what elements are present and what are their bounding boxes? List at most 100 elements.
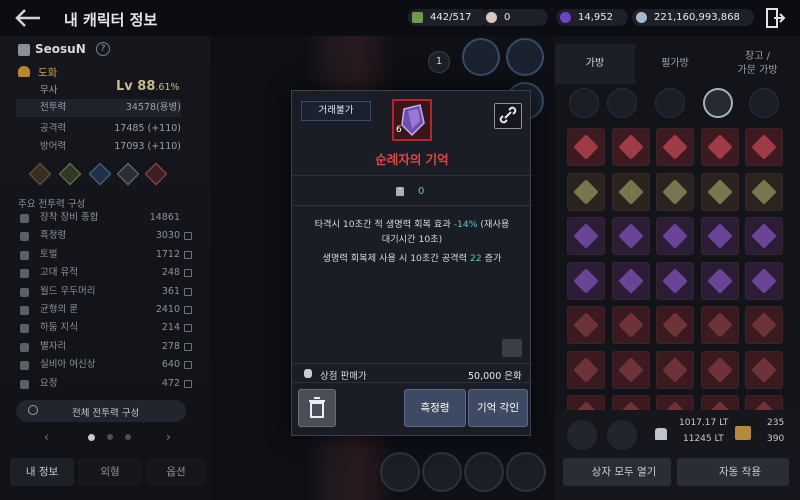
- inventory-slot[interactable]: [656, 261, 694, 300]
- filter-armor-icon[interactable]: [607, 88, 637, 118]
- inventory-slot[interactable]: [567, 350, 605, 389]
- inventory-slot[interactable]: [745, 350, 783, 389]
- equip-slot[interactable]: [506, 452, 546, 492]
- buff-icon[interactable]: [144, 162, 168, 186]
- black-spirit-button[interactable]: 흑정령: [404, 389, 466, 427]
- all-power-button[interactable]: 전체 전투력 구성: [16, 400, 186, 422]
- inventory-slot[interactable]: [700, 172, 739, 211]
- inventory-slot[interactable]: [745, 217, 783, 255]
- delete-button[interactable]: [607, 420, 637, 450]
- power-icon: [20, 250, 29, 260]
- power-row[interactable]: 요정 472: [20, 375, 192, 393]
- buff-icon[interactable]: [58, 162, 82, 186]
- inventory-slot[interactable]: [656, 217, 694, 255]
- prev-page-icon[interactable]: ‹: [44, 430, 49, 444]
- inventory-slot[interactable]: [567, 306, 605, 344]
- tab-options[interactable]: 옵션: [146, 458, 206, 486]
- buff-icon[interactable]: [88, 162, 112, 186]
- buff-icon[interactable]: [116, 162, 140, 186]
- inventory-slot[interactable]: [611, 306, 650, 344]
- tab-my-info[interactable]: 내 정보: [10, 458, 74, 486]
- power-row[interactable]: 고대 유적 248: [20, 264, 192, 282]
- sell-price-row: 상점 판매가 50,000 은화: [292, 363, 532, 383]
- external-link-icon[interactable]: [184, 250, 192, 259]
- divider: [292, 205, 532, 206]
- external-link-icon[interactable]: [184, 306, 192, 314]
- silver-icon: [636, 12, 647, 23]
- energy-counter: 442/517: [408, 9, 488, 26]
- filter-crystal-icon[interactable]: [703, 88, 733, 118]
- inventory-slot[interactable]: [567, 128, 605, 166]
- equip-slot[interactable]: [506, 38, 544, 76]
- power-row[interactable]: 별자리 278: [20, 338, 192, 356]
- inventory-slot[interactable]: [611, 172, 650, 211]
- inventory-slot[interactable]: [656, 306, 694, 344]
- next-page-icon[interactable]: ›: [166, 430, 171, 444]
- silver-counter: 221,160,993,868: [632, 9, 754, 26]
- delete-item-button[interactable]: [298, 389, 336, 427]
- inventory-slot[interactable]: [700, 217, 739, 255]
- filter-all-icon[interactable]: [569, 88, 599, 118]
- inventory-slot[interactable]: [567, 261, 605, 300]
- filter-accessory-icon[interactable]: [655, 88, 685, 118]
- auto-equip-button[interactable]: 자동 착용: [677, 458, 789, 486]
- weight-current: 1017.17 LT: [679, 418, 729, 428]
- link-button[interactable]: [494, 103, 522, 129]
- inventory-slot[interactable]: [656, 172, 694, 211]
- power-row[interactable]: 하둠 지식 214: [20, 319, 192, 337]
- inventory-slot[interactable]: [745, 172, 783, 211]
- inventory-slot[interactable]: [567, 172, 605, 211]
- external-link-icon[interactable]: [184, 269, 192, 278]
- external-link-icon[interactable]: [184, 287, 192, 296]
- power-row[interactable]: 토벌 1712: [20, 246, 192, 264]
- tab-storage[interactable]: 창고 / 가문 가방: [715, 44, 800, 84]
- tab-pearl-bag[interactable]: 펄가방: [635, 44, 715, 84]
- tab-bag[interactable]: 가방: [555, 44, 635, 84]
- power-row[interactable]: 실비아 여신상 640: [20, 356, 192, 374]
- power-row[interactable]: 균형의 룬 2410: [20, 301, 192, 319]
- inventory-slot[interactable]: [745, 261, 783, 300]
- character-panel: SeosuN ? 도화 무사 Lv 88.61% 전투력 34578(용병) 공격…: [0, 36, 210, 500]
- inventory-slot[interactable]: [656, 128, 694, 166]
- exit-icon[interactable]: [764, 7, 786, 29]
- inventory-slot[interactable]: [611, 128, 650, 166]
- equip-slot[interactable]: [422, 452, 462, 492]
- inventory-slot[interactable]: [700, 306, 739, 344]
- filter-potion-icon[interactable]: [749, 88, 779, 118]
- untradeable-badge: 거래불가: [301, 101, 371, 121]
- power-icon: [20, 324, 29, 334]
- power-row[interactable]: 월드 우두머리 361: [20, 283, 192, 301]
- inventory-slot[interactable]: [745, 128, 783, 166]
- equip-slot[interactable]: [462, 38, 500, 76]
- inventory-slot[interactable]: [611, 217, 650, 255]
- inventory-slot[interactable]: [700, 350, 739, 389]
- inventory-slot[interactable]: [611, 350, 650, 389]
- equip-slot[interactable]: [464, 452, 504, 492]
- equip-slot[interactable]: [380, 452, 420, 492]
- inventory-slot[interactable]: [567, 217, 605, 255]
- stat-row: 방어력 17093 (+110): [40, 141, 181, 152]
- external-link-icon[interactable]: [184, 324, 192, 333]
- power-row[interactable]: 흑정령 3030: [20, 227, 192, 245]
- inventory-slot[interactable]: [656, 350, 694, 389]
- power-row[interactable]: 장착 장비 종합 14861: [20, 209, 192, 227]
- inventory-slot[interactable]: [700, 128, 739, 166]
- external-link-icon[interactable]: [184, 232, 192, 241]
- buff-icon[interactable]: [28, 162, 52, 186]
- inventory-slot[interactable]: [611, 261, 650, 300]
- tab-appearance[interactable]: 외형: [78, 458, 142, 486]
- back-arrow-icon[interactable]: [14, 8, 42, 28]
- external-link-icon[interactable]: [184, 342, 192, 351]
- guild-name: 도화: [38, 67, 58, 79]
- inventory-slot[interactable]: [745, 306, 783, 344]
- help-icon[interactable]: ?: [96, 42, 110, 56]
- open-all-boxes-button[interactable]: 상자 모두 열기: [563, 458, 671, 486]
- sort-button[interactable]: [567, 420, 597, 450]
- inventory-slot[interactable]: [700, 261, 739, 300]
- costume-icon[interactable]: [502, 339, 522, 357]
- external-link-icon[interactable]: [184, 361, 192, 370]
- external-link-icon[interactable]: [184, 379, 192, 388]
- pearl-counter: 0: [482, 9, 548, 26]
- memory-engrave-button[interactable]: 기억 각인: [468, 389, 528, 427]
- slot-number-badge[interactable]: 1: [428, 51, 450, 73]
